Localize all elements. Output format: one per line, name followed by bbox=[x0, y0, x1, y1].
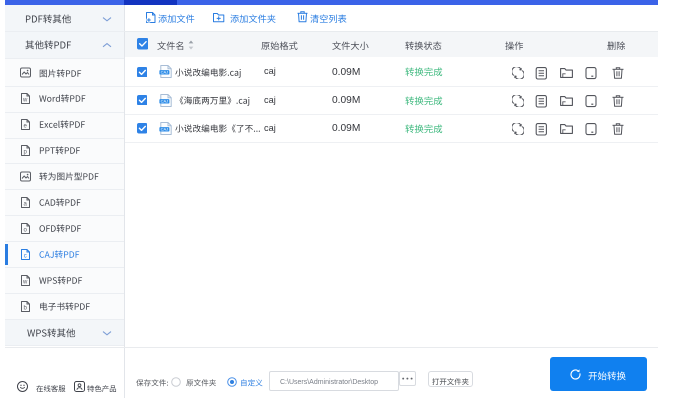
svg-text:a: a bbox=[24, 201, 28, 207]
svg-text:p: p bbox=[24, 150, 28, 156]
svg-text:CAJ: CAJ bbox=[160, 126, 168, 131]
svg-text:e: e bbox=[24, 124, 28, 130]
svg-text:CAJ: CAJ bbox=[160, 70, 168, 75]
svg-text:w: w bbox=[22, 279, 28, 285]
svg-text:b: b bbox=[24, 305, 28, 311]
svg-text:w: w bbox=[22, 98, 28, 104]
svg-text:CAJ: CAJ bbox=[160, 98, 168, 103]
svg-text:o: o bbox=[24, 227, 28, 233]
svg-text:c: c bbox=[24, 253, 27, 259]
